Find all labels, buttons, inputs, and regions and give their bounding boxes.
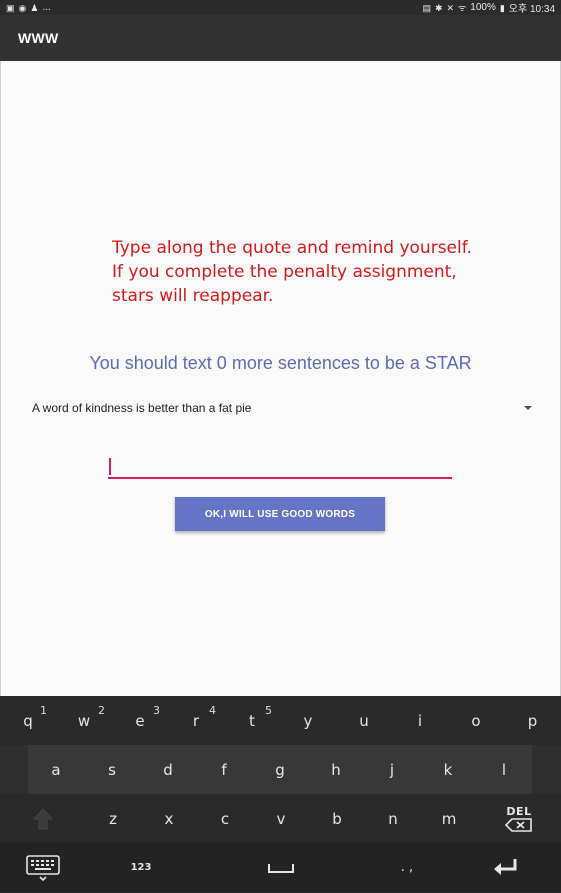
battery-icon: ▮ <box>499 2 505 13</box>
battery-percent: 100% <box>470 2 496 13</box>
key-f[interactable]: f <box>196 745 252 794</box>
keyboard-margin <box>0 745 28 794</box>
key-x[interactable]: x <box>141 794 197 843</box>
more-notifications: ... <box>42 2 51 13</box>
key-u[interactable]: u <box>336 696 392 745</box>
penalty-line: Type along the quote and remind yourself… <box>112 238 472 258</box>
app-bar: WWW <box>0 15 561 61</box>
soft-keyboard: 1q 2w 3e 4r 5t y u i o p a s d f g h j k… <box>0 696 561 893</box>
keyboard-settings-key[interactable] <box>0 843 85 892</box>
key-m[interactable]: m <box>421 794 477 843</box>
keyboard-row-1: 1q 2w 3e 4r 5t y u i o p <box>0 696 561 745</box>
key-n[interactable]: n <box>365 794 421 843</box>
backspace-icon <box>505 818 532 832</box>
key-t[interactable]: 5t <box>224 696 280 745</box>
image-icon: ▣ <box>6 2 15 13</box>
text-cursor <box>109 458 111 475</box>
key-v[interactable]: v <box>253 794 309 843</box>
person-icon: ♟ <box>30 2 39 13</box>
key-b[interactable]: b <box>309 794 365 843</box>
key-g[interactable]: g <box>252 745 308 794</box>
key-a[interactable]: a <box>28 745 84 794</box>
punctuation-key[interactable]: . , <box>365 843 449 892</box>
penalty-line: stars will reappear. <box>112 286 274 306</box>
key-e[interactable]: 3e <box>112 696 168 745</box>
eye-icon: ◉ <box>18 2 27 13</box>
key-o[interactable]: o <box>448 696 504 745</box>
keyboard-row-2: a s d f g h j k l <box>0 745 561 794</box>
shift-key[interactable] <box>0 794 85 843</box>
key-k[interactable]: k <box>420 745 476 794</box>
dropdown-arrow-icon <box>524 406 532 410</box>
delete-key[interactable]: DEL <box>477 794 561 843</box>
mute-icon: ✕ <box>446 2 455 13</box>
status-bar: ▣ ◉ ♟ ... ▤ ✱ ✕ ᯤ 100% ▮ 오후 10:34 <box>0 0 561 15</box>
penalty-message: Type along the quote and remind yourself… <box>112 236 512 308</box>
keyboard-margin <box>532 745 561 794</box>
star-progress-message: You should text 0 more sentences to be a… <box>89 353 472 373</box>
ok-button[interactable]: OK,I WILL USE GOOD WORDS <box>175 497 385 531</box>
spacebar-key[interactable] <box>197 843 365 892</box>
key-c[interactable]: c <box>197 794 253 843</box>
lock-icon: ▤ <box>422 2 431 13</box>
key-p[interactable]: p <box>504 696 561 745</box>
enter-icon <box>494 858 517 875</box>
space-icon <box>268 863 294 873</box>
key-d[interactable]: d <box>140 745 196 794</box>
shift-icon <box>32 807 53 829</box>
quote-spinner[interactable]: A word of kindness is better than a fat … <box>32 399 532 417</box>
delete-key-label: DEL <box>506 805 532 818</box>
enter-key[interactable] <box>449 843 561 892</box>
key-h[interactable]: h <box>308 745 364 794</box>
key-j[interactable]: j <box>364 745 420 794</box>
key-z[interactable]: z <box>85 794 141 843</box>
key-y[interactable]: y <box>280 696 336 745</box>
key-r[interactable]: 4r <box>168 696 224 745</box>
wifi-icon: ᯤ <box>458 2 467 13</box>
quote-spinner-value: A word of kindness is better than a fat … <box>32 401 252 415</box>
sentence-input[interactable] <box>108 455 452 479</box>
key-w[interactable]: 2w <box>56 696 112 745</box>
keyboard-icon <box>25 854 60 881</box>
app-title: WWW <box>18 30 59 46</box>
main-content <box>0 61 561 696</box>
key-s[interactable]: s <box>84 745 140 794</box>
key-q[interactable]: 1q <box>0 696 56 745</box>
key-l[interactable]: l <box>476 745 532 794</box>
penalty-line: If you complete the penalty assignment, <box>112 262 457 282</box>
key-i[interactable]: i <box>392 696 448 745</box>
bluetooth-icon: ✱ <box>434 2 443 13</box>
clock: 오후 10:34 <box>508 4 555 15</box>
symbols-key[interactable]: 123 <box>85 843 197 892</box>
keyboard-row-4: 123 . , <box>0 843 561 892</box>
keyboard-row-3: z x c v b n m DEL <box>0 794 561 843</box>
